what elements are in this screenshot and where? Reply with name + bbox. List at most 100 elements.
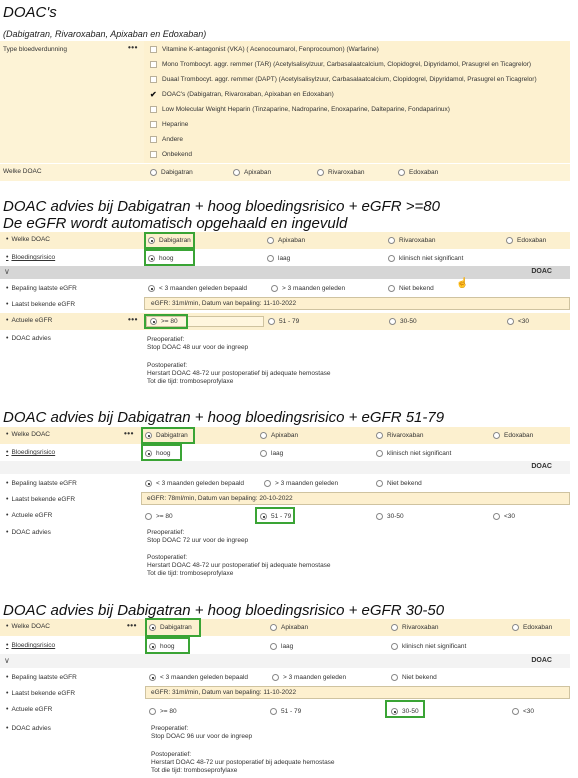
radio-icon[interactable] bbox=[267, 255, 274, 262]
radio-icon[interactable] bbox=[260, 432, 267, 439]
radio-icon[interactable] bbox=[389, 318, 396, 325]
welke-option-rivaroxaban[interactable]: Rivaroxaban bbox=[376, 432, 424, 439]
bepaling-option-lt3[interactable]: < 3 maanden geleden bepaald bbox=[145, 480, 244, 487]
type-option-heparine[interactable]: Heparine bbox=[150, 121, 188, 128]
advies-line: Preoperatief: bbox=[147, 336, 185, 343]
radio-icon[interactable] bbox=[149, 674, 156, 681]
doac-group-header[interactable]: DOAC bbox=[0, 461, 570, 474]
checkbox-icon[interactable] bbox=[150, 106, 157, 113]
welke-option-apixaban[interactable]: Apixaban bbox=[233, 169, 271, 176]
welke-option-edoxaban[interactable]: Edoxaban bbox=[506, 237, 546, 244]
radio-icon[interactable] bbox=[268, 318, 275, 325]
radio-icon[interactable] bbox=[376, 432, 383, 439]
type-option-doac[interactable]: ✔ DOAC's (Dabigatran, Rivaroxaban, Apixab… bbox=[150, 91, 334, 99]
checkbox-icon[interactable] bbox=[150, 61, 157, 68]
bepaling-option-niet[interactable]: Niet bekend bbox=[376, 480, 422, 487]
radio-icon[interactable] bbox=[391, 674, 398, 681]
bleed-option-klinisch[interactable]: klinisch niet significant bbox=[391, 643, 466, 650]
bepaling-option-gt3[interactable]: > 3 maanden geleden bbox=[264, 480, 338, 487]
chevron-down-icon[interactable]: ∨ bbox=[4, 267, 10, 276]
checkbox-icon[interactable] bbox=[150, 76, 157, 83]
chevron-down-icon[interactable]: ∨ bbox=[4, 656, 10, 665]
bleed-option-klinisch[interactable]: klinisch niet significant bbox=[388, 255, 463, 262]
radio-icon[interactable] bbox=[391, 643, 398, 650]
radio-icon[interactable] bbox=[507, 318, 514, 325]
radio-icon[interactable] bbox=[270, 624, 277, 631]
more-options-icon[interactable]: ••• bbox=[127, 621, 137, 630]
radio-icon[interactable] bbox=[388, 255, 395, 262]
radio-icon[interactable] bbox=[493, 432, 500, 439]
type-option-andere[interactable]: Andere bbox=[150, 136, 183, 143]
radio-icon[interactable] bbox=[506, 237, 513, 244]
welke-option-apixaban[interactable]: Apixaban bbox=[260, 432, 298, 439]
bepaling-option-niet[interactable]: Niet bekend bbox=[388, 285, 434, 292]
actueel-option-ge80[interactable]: >= 80 bbox=[145, 513, 173, 520]
radio-icon[interactable] bbox=[376, 513, 383, 520]
radio-icon[interactable] bbox=[271, 285, 278, 292]
actueel-option-lt30[interactable]: <30 bbox=[493, 513, 515, 520]
bleed-option-laag[interactable]: laag bbox=[270, 643, 293, 650]
bepaling-option-gt3[interactable]: > 3 maanden geleden bbox=[271, 285, 345, 292]
radio-icon[interactable] bbox=[391, 624, 398, 631]
radio-icon[interactable] bbox=[493, 513, 500, 520]
welke-option-apixaban[interactable]: Apixaban bbox=[267, 237, 305, 244]
more-options-icon[interactable]: ••• bbox=[128, 315, 138, 324]
actueel-option-lt30[interactable]: <30 bbox=[512, 708, 534, 715]
radio-icon[interactable] bbox=[145, 480, 152, 487]
radio-icon[interactable] bbox=[388, 285, 395, 292]
actueel-option-51-79[interactable]: 51 - 79 bbox=[270, 708, 301, 715]
radio-icon[interactable] bbox=[267, 237, 274, 244]
radio-icon[interactable] bbox=[376, 480, 383, 487]
bleed-option-laag[interactable]: laag bbox=[267, 255, 290, 262]
doac-group-header[interactable]: ∨ DOAC bbox=[0, 266, 570, 279]
radio-icon[interactable] bbox=[150, 169, 157, 176]
radio-icon[interactable] bbox=[260, 450, 267, 457]
radio-icon[interactable] bbox=[376, 450, 383, 457]
radio-icon[interactable] bbox=[148, 285, 155, 292]
actueel-option-30-50[interactable]: 30-50 bbox=[376, 513, 404, 520]
radio-icon[interactable] bbox=[270, 708, 277, 715]
welke-option-edoxaban[interactable]: Edoxaban bbox=[512, 624, 552, 631]
welke-option-edoxaban[interactable]: Edoxaban bbox=[493, 432, 533, 439]
radio-icon[interactable] bbox=[145, 513, 152, 520]
doac-group-header[interactable]: ∨ DOAC bbox=[0, 654, 570, 668]
welke-option-rivaroxaban[interactable]: Rivaroxaban bbox=[391, 624, 439, 631]
more-options-icon[interactable]: ••• bbox=[124, 429, 134, 438]
radio-icon[interactable] bbox=[512, 708, 519, 715]
welke-option-dabigatran[interactable]: Dabigatran bbox=[150, 169, 193, 176]
radio-icon[interactable] bbox=[317, 169, 324, 176]
more-options-icon[interactable]: ••• bbox=[128, 43, 138, 52]
checkbox-icon[interactable] bbox=[150, 136, 157, 143]
bleed-option-laag[interactable]: laag bbox=[260, 450, 283, 457]
welke-option-edoxaban[interactable]: Edoxaban bbox=[398, 169, 438, 176]
checkbox-icon[interactable] bbox=[150, 151, 157, 158]
radio-icon[interactable] bbox=[512, 624, 519, 631]
type-option-vka[interactable]: Vitamine K-antagonist (VKA) ( Acenocouma… bbox=[150, 46, 379, 53]
radio-icon[interactable] bbox=[270, 643, 277, 650]
bepaling-option-lt3[interactable]: < 3 maanden geleden bepaald bbox=[148, 285, 247, 292]
radio-icon[interactable] bbox=[398, 169, 405, 176]
type-option-tar[interactable]: Mono Trombocyt. aggr. remmer (TAR) (Acet… bbox=[150, 61, 531, 68]
checkmark-icon[interactable]: ✔ bbox=[150, 91, 157, 99]
checkbox-icon[interactable] bbox=[150, 121, 157, 128]
welke-option-apixaban[interactable]: Apixaban bbox=[270, 624, 308, 631]
actueel-option-51-79[interactable]: 51 - 79 bbox=[268, 318, 299, 325]
radio-icon[interactable] bbox=[272, 674, 279, 681]
type-option-onbekend[interactable]: Onbekend bbox=[150, 151, 192, 158]
actueel-option-lt30[interactable]: <30 bbox=[507, 318, 529, 325]
type-option-lmwh[interactable]: Low Molecular Weight Heparin (Tinzaparin… bbox=[150, 106, 450, 113]
bepaling-option-niet[interactable]: Niet bekend bbox=[391, 674, 437, 681]
bleed-option-klinisch[interactable]: klinisch niet significant bbox=[376, 450, 451, 457]
welke-option-rivaroxaban[interactable]: Rivaroxaban bbox=[317, 169, 365, 176]
bepaling-option-lt3[interactable]: < 3 maanden geleden bepaald bbox=[149, 674, 248, 681]
radio-icon[interactable] bbox=[264, 480, 271, 487]
actueel-option-ge80[interactable]: >= 80 bbox=[149, 708, 177, 715]
welke-option-rivaroxaban[interactable]: Rivaroxaban bbox=[388, 237, 436, 244]
radio-icon[interactable] bbox=[233, 169, 240, 176]
radio-icon[interactable] bbox=[388, 237, 395, 244]
actueel-option-30-50[interactable]: 30-50 bbox=[389, 318, 417, 325]
bepaling-option-gt3[interactable]: > 3 maanden geleden bbox=[272, 674, 346, 681]
checkbox-icon[interactable] bbox=[150, 46, 157, 53]
type-option-dapt[interactable]: Duaal Trombocyt. aggr. remmer (DAPT) (Ac… bbox=[150, 76, 537, 83]
radio-icon[interactable] bbox=[149, 708, 156, 715]
